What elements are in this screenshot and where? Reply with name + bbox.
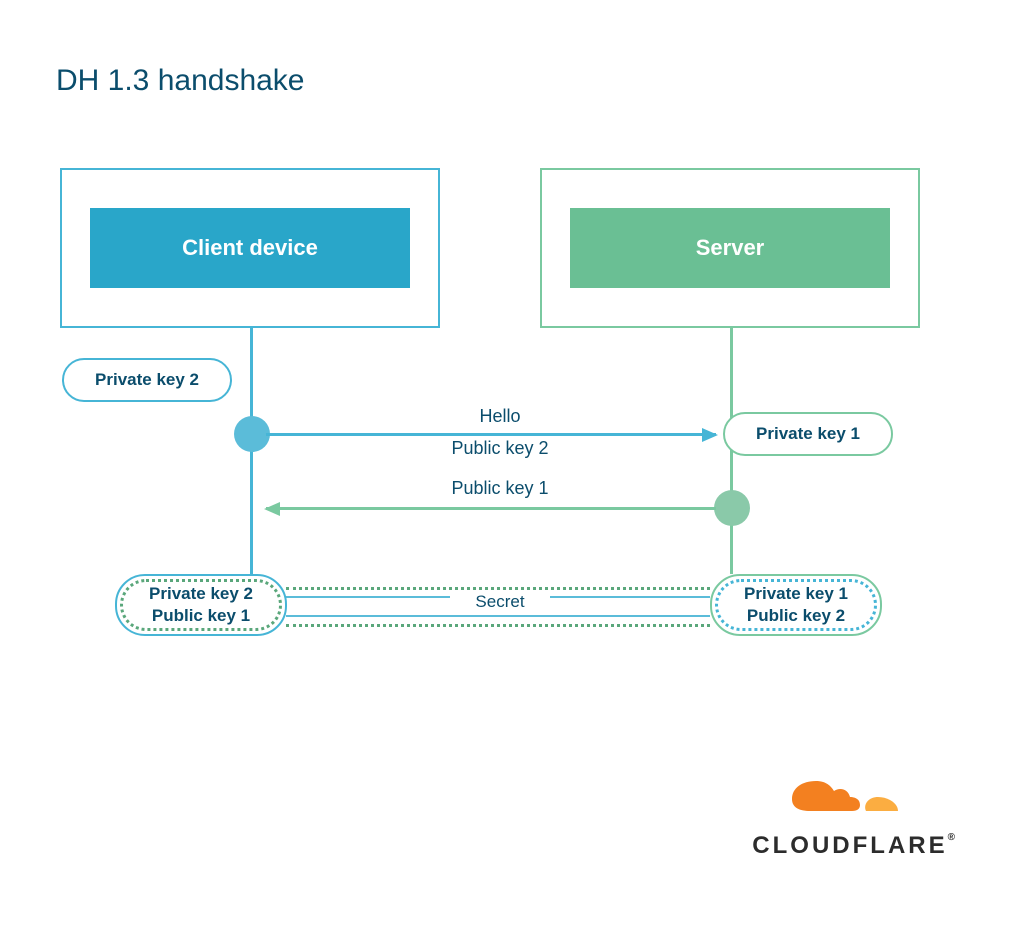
- server-box: Server: [540, 168, 920, 328]
- client-box: Client device: [60, 168, 440, 328]
- arrow-client-to-server: [266, 433, 716, 436]
- secret-channel-line-bottom: [286, 615, 710, 617]
- client-secret-pill: Private key 2 Public key 1: [115, 574, 287, 636]
- cloudflare-wordmark: CLOUDFLARE: [752, 832, 958, 860]
- client-label: Client device: [90, 208, 410, 288]
- secret-channel-border-bottom: [286, 624, 710, 627]
- msg-hello: Hello: [350, 406, 650, 427]
- secret-channel-border-top: [286, 587, 710, 590]
- server-label: Server: [570, 208, 890, 288]
- msg-client-public-key: Public key 2: [350, 438, 650, 459]
- secret-label: Secret: [450, 592, 550, 612]
- client-send-node: [234, 416, 270, 452]
- cloudflare-logo: CLOUDFLARE: [752, 769, 958, 860]
- server-secret-line2: Public key 2: [747, 605, 845, 627]
- arrow-server-to-client: [266, 507, 716, 510]
- cloudflare-cloud-icon: [770, 769, 940, 823]
- msg-server-public-key: Public key 1: [350, 478, 650, 499]
- server-secret-pill: Private key 1 Public key 2: [710, 574, 882, 636]
- diagram-title: DH 1.3 handshake: [56, 64, 305, 98]
- server-secret-line1: Private key 1: [744, 583, 848, 605]
- client-private-key-pill: Private key 2: [62, 358, 232, 402]
- server-send-node: [714, 490, 750, 526]
- client-secret-line1: Private key 2: [149, 583, 253, 605]
- server-private-key-pill: Private key 1: [723, 412, 893, 456]
- client-secret-line2: Public key 1: [152, 605, 250, 627]
